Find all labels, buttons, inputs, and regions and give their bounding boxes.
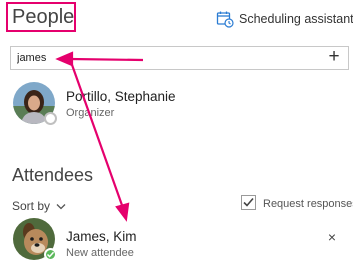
scheduling-assistant-button[interactable]: Scheduling assistant: [216, 9, 353, 29]
people-search-box: +: [10, 46, 349, 70]
request-responses-label: Request responses: [263, 198, 353, 210]
checkmark-icon: [241, 195, 256, 213]
organizer-name: Portillo, Stephanie: [66, 89, 176, 104]
annotation-arrows: [55, 51, 144, 222]
scheduling-assistant-label: Scheduling assistant: [239, 12, 353, 26]
sort-by-label: Sort by: [12, 199, 51, 213]
people-panel: People Scheduling assistant + Po: [0, 0, 353, 263]
attendees-title: Attendees: [12, 165, 94, 185]
chevron-down-icon: [56, 199, 66, 213]
attendee-role: New attendee: [66, 247, 134, 259]
attendee-name[interactable]: James, Kim: [66, 229, 137, 244]
people-title: People: [6, 2, 76, 32]
organizer-role: Organizer: [66, 107, 115, 119]
people-search-input[interactable]: [11, 47, 317, 69]
attendee-presence-icon: [44, 248, 57, 261]
calendar-clock-icon: [216, 10, 234, 28]
remove-attendee-button[interactable]: ×: [325, 230, 339, 244]
add-person-button[interactable]: +: [324, 47, 344, 69]
request-responses-checkbox[interactable]: Request responses: [241, 195, 353, 213]
organizer-presence-icon: [44, 112, 57, 125]
sort-by-dropdown[interactable]: Sort by: [12, 199, 66, 213]
